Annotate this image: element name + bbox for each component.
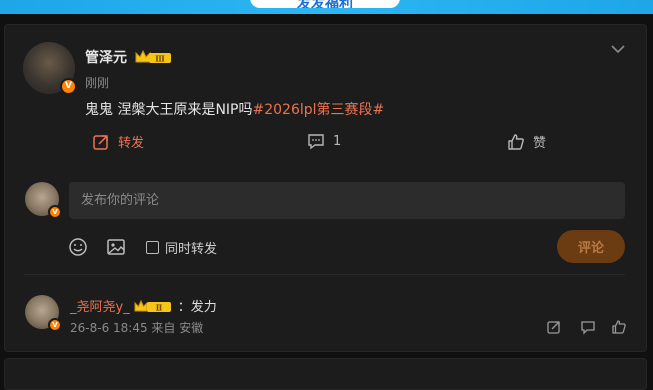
divider — [24, 274, 625, 275]
top-banner[interactable]: 发发福利 — [0, 0, 653, 14]
member-crown-icon[interactable]: Ⅱ — [132, 298, 176, 314]
reply-meta: 26-8-6 18:45 来自 安徽 — [70, 321, 204, 335]
author-avatar[interactable]: V — [23, 42, 77, 95]
also-repost-toggle[interactable]: 同时转发 — [146, 238, 217, 257]
submit-comment-button[interactable]: 评论 — [557, 230, 625, 263]
banner-button[interactable]: 发发福利 — [250, 0, 400, 8]
post-time[interactable]: 刚刚 — [85, 74, 109, 91]
image-icon[interactable] — [106, 237, 126, 257]
verified-icon: V — [60, 78, 77, 95]
verified-icon: V — [48, 318, 62, 332]
post-text: 鬼鬼 涅槃大王原来是NIP吗#2026lpl第三赛段# — [85, 99, 384, 119]
reply-avatar[interactable]: V — [25, 295, 62, 332]
repost-label: 转发 — [118, 136, 145, 151]
verified-icon: V — [48, 205, 62, 219]
also-repost-label: 同时转发 — [165, 242, 218, 257]
next-post-card — [4, 358, 647, 390]
also-repost-checkbox[interactable] — [146, 241, 159, 254]
reply-username[interactable]: _尧阿尧y_ — [70, 296, 130, 315]
reply-like-icon[interactable] — [611, 319, 627, 335]
reply-line: _尧阿尧y_ Ⅱ ：发力 — [70, 296, 217, 315]
author-level-text: Ⅲ — [155, 54, 165, 64]
reply-separator: ： — [177, 300, 191, 315]
reply-level-text: Ⅱ — [155, 302, 162, 312]
post-hashtag[interactable]: #2026lpl第三赛段# — [253, 102, 385, 118]
author-name[interactable]: 管泽元 — [85, 47, 127, 67]
reply-repost-icon[interactable] — [546, 319, 562, 335]
post-body: 鬼鬼 涅槃大王原来是NIP吗 — [85, 102, 253, 118]
comment-input[interactable] — [69, 182, 625, 219]
comment-button[interactable]: 1 — [307, 132, 341, 150]
repost-button[interactable]: 转发 — [92, 132, 144, 151]
reply-comment-icon[interactable] — [580, 319, 596, 335]
like-button[interactable]: 赞 — [507, 132, 546, 151]
member-crown-icon[interactable]: Ⅲ — [134, 48, 174, 66]
reply-text: 发力 — [190, 300, 217, 315]
emoji-icon[interactable] — [68, 237, 88, 257]
my-avatar[interactable]: V — [25, 182, 62, 219]
thumbs-up-icon — [508, 133, 524, 150]
comment-icon — [308, 134, 324, 150]
comment-count: 1 — [333, 133, 342, 149]
repost-icon — [93, 134, 108, 150]
like-label: 赞 — [533, 136, 547, 151]
chevron-down-icon[interactable] — [610, 43, 626, 55]
